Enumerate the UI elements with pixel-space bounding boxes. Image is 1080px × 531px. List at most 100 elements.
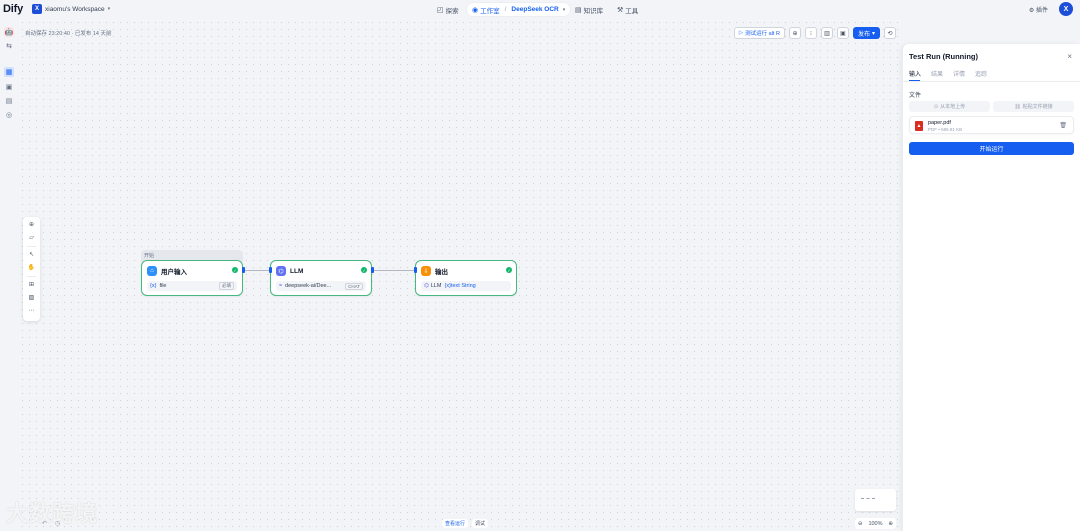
nav-tools[interactable]: ⚒ 工具 [617, 3, 638, 16]
workspace-switcher[interactable]: X xiaomu's Workspace ▾ [32, 4, 110, 14]
tab-input[interactable]: 输入 [909, 69, 921, 78]
play-icon: ▷ [738, 30, 744, 36]
chat-badge: CHAT [345, 282, 363, 290]
tab-result[interactable]: 结果 [931, 69, 943, 78]
test-run-panel: Test Run (Running) × 输入 结果 详情 追踪 文件 ⊙ 从本… [902, 44, 1080, 531]
more-icon[interactable]: ⋯ [27, 306, 36, 315]
node-handle[interactable] [414, 267, 417, 273]
toolbar-divider [27, 246, 36, 247]
top-bar: Dify X xiaomu's Workspace ▾ ◰ 探索 ◉ 工作室 /… [0, 0, 1080, 19]
env-icon[interactable]: ▥ [820, 27, 833, 39]
node-title: 输出 [435, 269, 448, 276]
edge-input-llm [243, 270, 270, 271]
nav-explore[interactable]: ◰ 探索 [437, 3, 459, 16]
studio-icon: ◉ [472, 6, 479, 14]
hand-icon[interactable]: ✋ [27, 263, 36, 272]
variable-icon: {x} [150, 283, 157, 289]
output-icon: ⇩ [421, 266, 431, 276]
pointer-icon[interactable]: ↖ [27, 250, 36, 259]
orchestrate-icon[interactable]: ▦ [4, 67, 14, 77]
publish-button[interactable]: 发布 ▾ [852, 27, 880, 39]
upload-icon: ⊙ [933, 103, 939, 110]
add-note-icon[interactable]: ▱ [27, 233, 36, 242]
chevron-down-icon: ▾ [562, 6, 566, 13]
node-title: 用户输入 [161, 269, 187, 276]
monitor-icon[interactable]: ◎ [4, 110, 14, 120]
knowledge-icon: ▤ [575, 6, 582, 14]
logs-icon[interactable]: ▤ [4, 96, 14, 106]
pdf-icon: ▲ [915, 121, 923, 131]
check-icon: ✓ [232, 267, 238, 273]
file-field-label: 文件 [909, 93, 922, 99]
bottom-actions: 查看运行 调试 [442, 519, 489, 528]
zoom-out-icon[interactable]: ⊖ [858, 521, 863, 527]
watermark: 大数跨境 [6, 501, 99, 526]
node-user-input[interactable]: ⌂ 用户输入 ✓ {x} file 必填 [141, 260, 243, 296]
checklist-icon[interactable]: ⊕ [788, 27, 801, 39]
zoom-controls: ⊖ 100% ⊕ [855, 518, 896, 529]
check-icon: ✓ [506, 267, 512, 273]
organize-icon[interactable]: ⊞ [27, 280, 36, 289]
debug-button[interactable]: 调试 [472, 519, 489, 528]
tab-detail[interactable]: 详情 [953, 69, 965, 78]
chevron-down-icon: ▾ [871, 30, 875, 37]
variables-icon[interactable]: ⁝ [804, 27, 817, 39]
dify-logo[interactable]: Dify [3, 3, 23, 15]
app-icon[interactable]: 🤖 [4, 27, 14, 37]
trash-icon[interactable]: 🗑 [1059, 122, 1067, 129]
home-icon: ⌂ [147, 266, 157, 276]
plugin-icon: ⚙ [1028, 8, 1035, 14]
canvas-vertical-toolbar: ⊕ ▱ ↖ ✋ ⊞ ▨ ⋯ [23, 217, 40, 321]
nav-knowledge[interactable]: ▤ 知识库 [575, 3, 603, 16]
explore-icon: ◰ [437, 6, 444, 14]
chevron-down-icon: ▾ [107, 6, 111, 12]
api-icon[interactable]: ▣ [4, 82, 14, 92]
node-variable: {x} file 必填 [147, 281, 237, 291]
node-title: LLM [290, 267, 304, 275]
add-node-icon[interactable]: ⊕ [27, 220, 36, 229]
file-name: paper.pdf [928, 120, 951, 126]
nav-separator: / [504, 6, 507, 13]
autosave-status: 自动保存 23:20:40 · 已发布 14 天前 [25, 31, 112, 37]
llm-small-icon: ⌬ [424, 283, 429, 289]
user-avatar[interactable]: X [1059, 2, 1073, 16]
node-handle[interactable] [269, 267, 272, 273]
tab-divider [903, 81, 1080, 82]
current-app-name[interactable]: DeepSeek OCR [511, 6, 558, 13]
upload-local-button[interactable]: ⊙ 从本地上传 [909, 101, 990, 112]
minimap[interactable] [855, 489, 896, 511]
required-badge: 必填 [219, 282, 234, 290]
start-run-button[interactable]: 开始运行 [909, 142, 1074, 155]
zoom-in-icon[interactable]: ⊕ [888, 521, 893, 527]
node-output-variable: ⌬ LLM {x}text String [421, 281, 511, 291]
node-handle[interactable] [242, 267, 245, 273]
features-icon[interactable]: ▣ [836, 27, 849, 39]
tools-icon: ⚒ [617, 6, 624, 14]
panel-tabs: 输入 结果 详情 追踪 [909, 69, 987, 78]
node-llm[interactable]: ⌬ LLM ✓ ≈ deepseek-ai/Dee... CHAT [270, 260, 372, 296]
plugins-link[interactable]: ⚙ 插件 [1029, 5, 1048, 14]
latest-run-button[interactable]: 查看运行 [442, 519, 469, 528]
left-sidebar: 🤖 ⇆ ▦ ▣ ▤ ◎ [0, 22, 18, 531]
workspace-name: xiaomu's Workspace [45, 5, 105, 13]
check-icon: ✓ [361, 267, 367, 273]
model-icon: ≈ [279, 283, 283, 289]
nav-studio[interactable]: ◉ 工作室 / DeepSeek OCR ▾ [467, 3, 571, 16]
close-icon[interactable]: × [1067, 52, 1072, 61]
node-output[interactable]: ⇩ 输出 ✓ ⌬ LLM {x}text String [415, 260, 517, 296]
workspace-avatar: X [32, 4, 42, 14]
toolbar-divider [27, 276, 36, 277]
export-image-icon[interactable]: ▨ [27, 293, 36, 302]
switch-icon[interactable]: ⇆ [4, 41, 14, 51]
tab-trace[interactable]: 追踪 [975, 69, 987, 78]
zoom-level[interactable]: 100% [868, 521, 882, 527]
uploaded-file-card: ▲ paper.pdf PDF • 685.81 KB 🗑 [909, 116, 1074, 134]
canvas-toolbar: ▷ 测试运行 alt R ⊕ ⁝ ▥ ▣ 发布 ▾ ⟲ [733, 27, 896, 39]
paste-link-button[interactable]: ⛓ 粘贴文件链接 [993, 101, 1074, 112]
history-icon[interactable]: ⟲ [884, 27, 896, 39]
link-icon: ⛓ [1014, 103, 1021, 110]
minimap-nodes [861, 498, 875, 500]
file-meta: PDF • 685.81 KB [928, 127, 963, 132]
test-run-button[interactable]: ▷ 测试运行 alt R [733, 27, 785, 39]
node-handle[interactable] [371, 267, 374, 273]
